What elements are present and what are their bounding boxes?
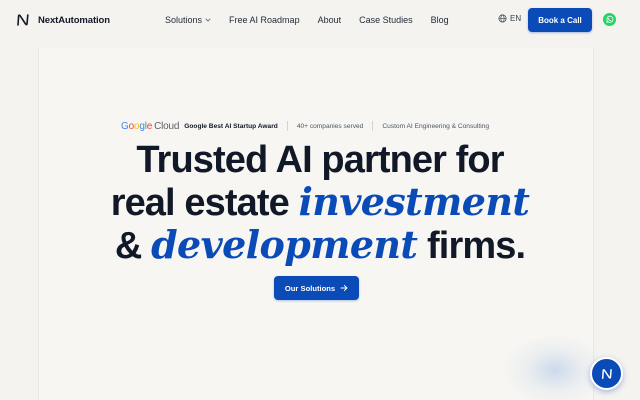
nav-item-label: Solutions <box>165 15 203 25</box>
brand-name: NextAutomation <box>38 14 110 26</box>
brand[interactable]: NextAutomation <box>16 12 110 28</box>
nav-item-label: About <box>317 15 342 25</box>
whatsapp-button[interactable] <box>603 13 616 26</box>
headline-accent-development: development <box>151 222 418 267</box>
nav-item-label: Case Studies <box>359 15 413 25</box>
nav-item-blog[interactable]: Blog <box>431 15 449 25</box>
headline-line-3: & development firms. <box>0 224 640 267</box>
whatsapp-icon <box>606 15 614 23</box>
book-a-call-button[interactable]: Book a Call <box>528 8 592 32</box>
site-header: NextAutomation Solutions Free AI Roadmap… <box>0 0 640 40</box>
nav-item-free-ai-roadmap[interactable]: Free AI Roadmap <box>229 15 300 25</box>
headline-text: & <box>114 225 152 267</box>
language-switcher[interactable]: EN <box>498 14 521 23</box>
our-solutions-button[interactable]: Our Solutions <box>274 276 359 300</box>
nav-item-case-studies[interactable]: Case Studies <box>359 15 413 25</box>
globe-icon <box>498 14 507 23</box>
divider <box>372 121 374 131</box>
nav-item-solutions[interactable]: Solutions <box>165 15 211 25</box>
hero-headline: Trusted AI partner for real estate inves… <box>0 140 640 267</box>
n-logo-icon <box>601 368 612 379</box>
n-logo-icon <box>17 14 29 26</box>
nav-item-about[interactable]: About <box>318 15 342 25</box>
cloud-wordmark: Cloud <box>154 120 180 132</box>
award-badge: Google Best AI Startup Award <box>184 122 278 130</box>
divider <box>286 121 288 131</box>
companies-served-badge: 40+ companies served <box>296 122 364 130</box>
arrow-right-icon <box>340 285 348 291</box>
main-nav: Solutions Free AI Roadmap About Case Stu… <box>165 13 449 27</box>
chat-widget-button[interactable] <box>590 357 623 390</box>
service-badge: Custom AI Engineering & Consulting <box>382 122 490 130</box>
our-solutions-label: Our Solutions <box>284 283 336 293</box>
headline-accent-investment: investment <box>298 179 530 224</box>
google-wordmark: Google <box>121 120 153 132</box>
headline-text: real estate <box>110 182 299 224</box>
nav-item-label: Free AI Roadmap <box>229 15 300 25</box>
headline-line-2: real estate investment <box>0 181 640 224</box>
language-label: EN <box>510 14 522 23</box>
chevron-down-icon <box>205 18 211 22</box>
google-cloud-logo: Google Cloud <box>121 121 179 132</box>
headline-line-1: Trusted AI partner for <box>136 139 504 181</box>
headline-text: firms. <box>417 225 526 267</box>
trust-badges: Google Cloud Google Best AI Startup Awar… <box>121 120 489 132</box>
nav-item-label: Blog <box>430 15 449 25</box>
